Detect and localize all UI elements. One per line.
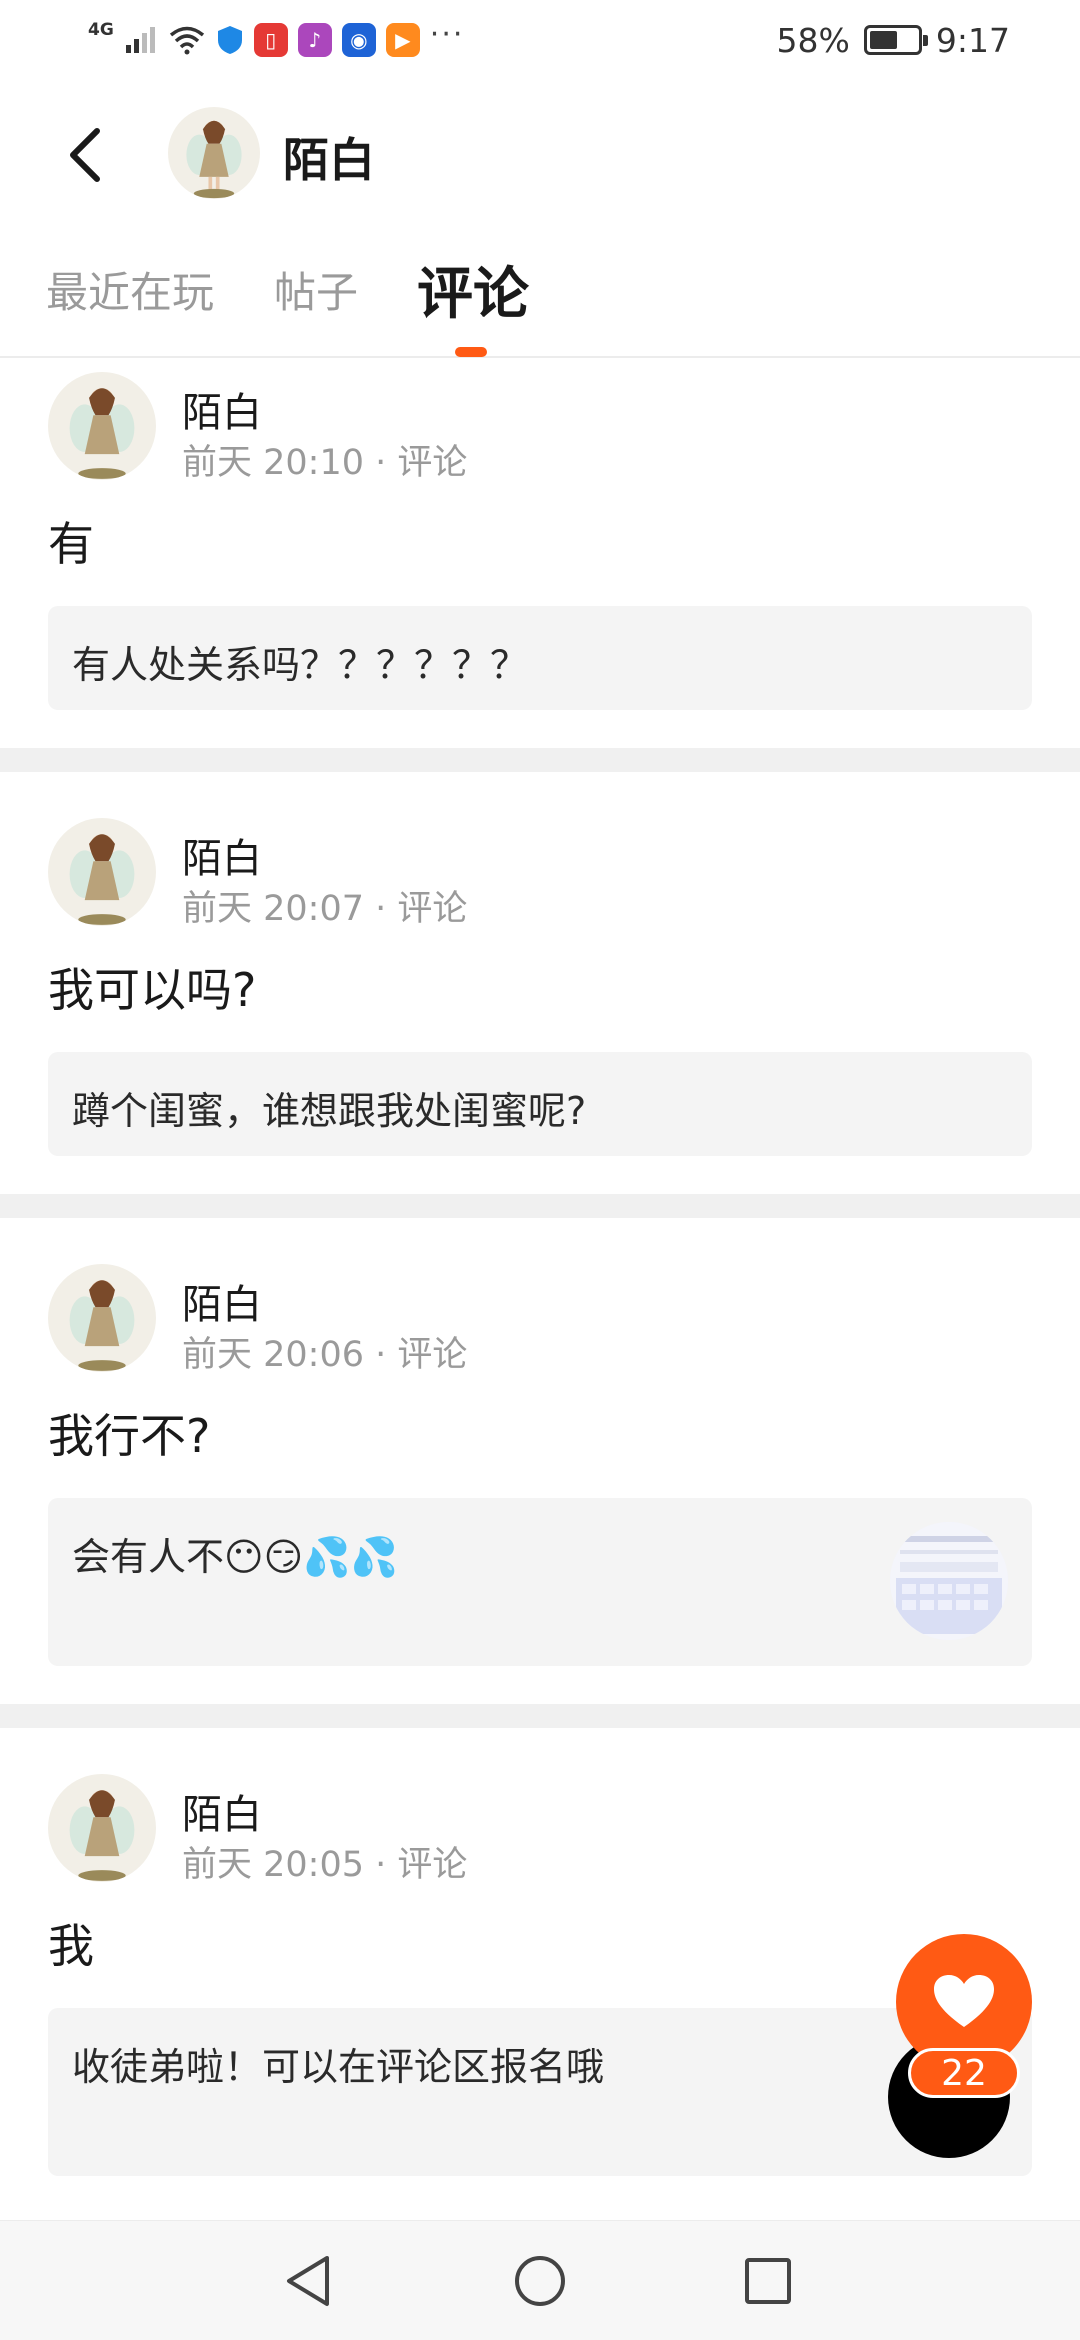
quoted-post-text: 收徒弟啦！可以在评论区报名哦 xyxy=(72,2045,605,2089)
avatar[interactable] xyxy=(168,107,260,199)
comment-meta: 前天 20:10 · 评论 xyxy=(182,434,467,485)
comment-author[interactable]: 陌白 xyxy=(182,1782,262,1840)
avatar[interactable] xyxy=(48,372,156,480)
system-nav-bar xyxy=(0,2220,1080,2340)
comment-type: 评论 xyxy=(397,889,468,929)
clock: 9:17 xyxy=(935,20,1010,60)
active-tab-indicator xyxy=(455,347,487,357)
comment-card[interactable]: 陌白 前天 20:06 · 评论 我行不? 会有人不😶😏💦💦 xyxy=(0,1218,1080,1704)
profile-name: 陌白 xyxy=(283,133,375,187)
like-count-badge: 22 xyxy=(908,2048,1020,2098)
comment-text: 我可以吗? xyxy=(48,963,257,1017)
card-divider xyxy=(0,1194,1080,1218)
battery-fill xyxy=(869,31,897,49)
shield-icon xyxy=(217,26,242,54)
comment-text: 有 xyxy=(48,517,94,571)
comment-meta: 前天 20:06 · 评论 xyxy=(182,1326,467,1377)
comment-text: 我行不? xyxy=(48,1409,211,1463)
thumbnail-image xyxy=(890,1522,1008,1640)
meta-dot: · xyxy=(375,1335,398,1375)
status-bar: 4G ▯ ♪ ◉ ▶ ··· 58% 9:17 xyxy=(0,0,1080,80)
avatar-image xyxy=(48,1774,156,1882)
play-app-icon: ▶ xyxy=(385,23,420,57)
comment-meta: 前天 20:05 · 评论 xyxy=(182,1836,467,1887)
comment-type: 评论 xyxy=(397,1845,468,1885)
quoted-post[interactable]: 有人处关系吗？？？？？？ xyxy=(48,606,1032,710)
comment-author[interactable]: 陌白 xyxy=(182,380,262,438)
status-right: 58% 9:17 xyxy=(777,18,1010,62)
comment-author[interactable]: 陌白 xyxy=(182,826,262,884)
tab-posts[interactable]: 帖子 xyxy=(274,259,358,320)
quoted-post-text: 有人处关系吗？？？？？？ xyxy=(72,643,529,687)
tab-bar: 最近在玩 帖子 评论 xyxy=(0,225,1080,358)
comment-card[interactable]: 陌白 前天 20:07 · 评论 我可以吗? 蹲个闺蜜，谁想跟我处闺蜜呢? xyxy=(0,772,1080,1194)
quoted-post[interactable]: 会有人不😶😏💦💦 xyxy=(48,1498,1032,1666)
comment-text: 我 xyxy=(48,1919,94,1973)
avatar[interactable] xyxy=(48,1264,156,1372)
tab-recently-playing[interactable]: 最近在玩 xyxy=(46,259,214,320)
bulb-app-icon: ◉ xyxy=(341,23,376,57)
comment-card[interactable]: 陌白 前天 20:10 · 评论 有 有人处关系吗？？？？？？ xyxy=(0,358,1080,748)
meta-dot: · xyxy=(375,889,398,929)
comment-time: 前天 20:07 xyxy=(182,889,364,929)
card-divider xyxy=(0,748,1080,772)
chevron-left-icon xyxy=(70,128,100,182)
network-type: 4G xyxy=(88,20,114,40)
tab-comments[interactable]: 评论 xyxy=(417,249,529,330)
comment-time: 前天 20:05 xyxy=(182,1845,364,1885)
home-circle-icon xyxy=(515,2256,565,2306)
card-divider xyxy=(0,1704,1080,1728)
avatar[interactable] xyxy=(48,818,156,926)
battery-percent: 58% xyxy=(776,20,850,60)
avatar-image xyxy=(48,1264,156,1372)
battery-icon xyxy=(863,25,928,55)
comment-time: 前天 20:10 xyxy=(182,443,364,483)
quoted-post-text: 蹲个闺蜜，谁想跟我处闺蜜呢? xyxy=(72,1089,587,1133)
heart-icon xyxy=(934,1975,994,2027)
book-app-icon: ▯ xyxy=(253,23,288,57)
avatar[interactable] xyxy=(48,1774,156,1882)
profile-header: 陌白 xyxy=(0,80,1080,225)
quoted-post-text: 会有人不😶😏💦💦 xyxy=(72,1535,398,1579)
nav-recents-button[interactable] xyxy=(738,2251,798,2311)
avatar-image xyxy=(48,372,156,480)
comment-type: 评论 xyxy=(397,443,468,483)
comment-type: 评论 xyxy=(397,1335,468,1375)
status-left: 4G ▯ ♪ ◉ ▶ ··· xyxy=(88,16,465,62)
wifi-icon xyxy=(169,26,204,55)
quoted-post[interactable]: 收徒弟啦！可以在评论区报名哦 xyxy=(48,2008,1032,2176)
signal-icon xyxy=(125,27,155,53)
comment-author[interactable]: 陌白 xyxy=(182,1272,262,1330)
avatar-image xyxy=(168,107,260,199)
comment-meta: 前天 20:07 · 评论 xyxy=(182,880,467,931)
back-button[interactable] xyxy=(55,120,115,190)
comment-time: 前天 20:06 xyxy=(182,1335,364,1375)
quoted-post[interactable]: 蹲个闺蜜，谁想跟我处闺蜜呢? xyxy=(48,1052,1032,1156)
meta-dot: · xyxy=(375,1845,398,1885)
recents-square-icon xyxy=(745,2258,791,2304)
meta-dot: · xyxy=(375,443,398,483)
nav-home-button[interactable] xyxy=(510,2251,570,2311)
comment-feed[interactable]: 陌白 前天 20:10 · 评论 有 有人处关系吗？？？？？？ 陌白 前天 20… xyxy=(0,358,1080,2202)
music-app-icon: ♪ xyxy=(297,23,332,57)
more-notifications-icon: ··· xyxy=(429,16,465,52)
quoted-post-thumbnail[interactable] xyxy=(890,1522,1008,1640)
nav-back-button[interactable] xyxy=(278,2251,338,2311)
back-triangle-icon xyxy=(287,2256,329,2306)
avatar-image xyxy=(48,818,156,926)
